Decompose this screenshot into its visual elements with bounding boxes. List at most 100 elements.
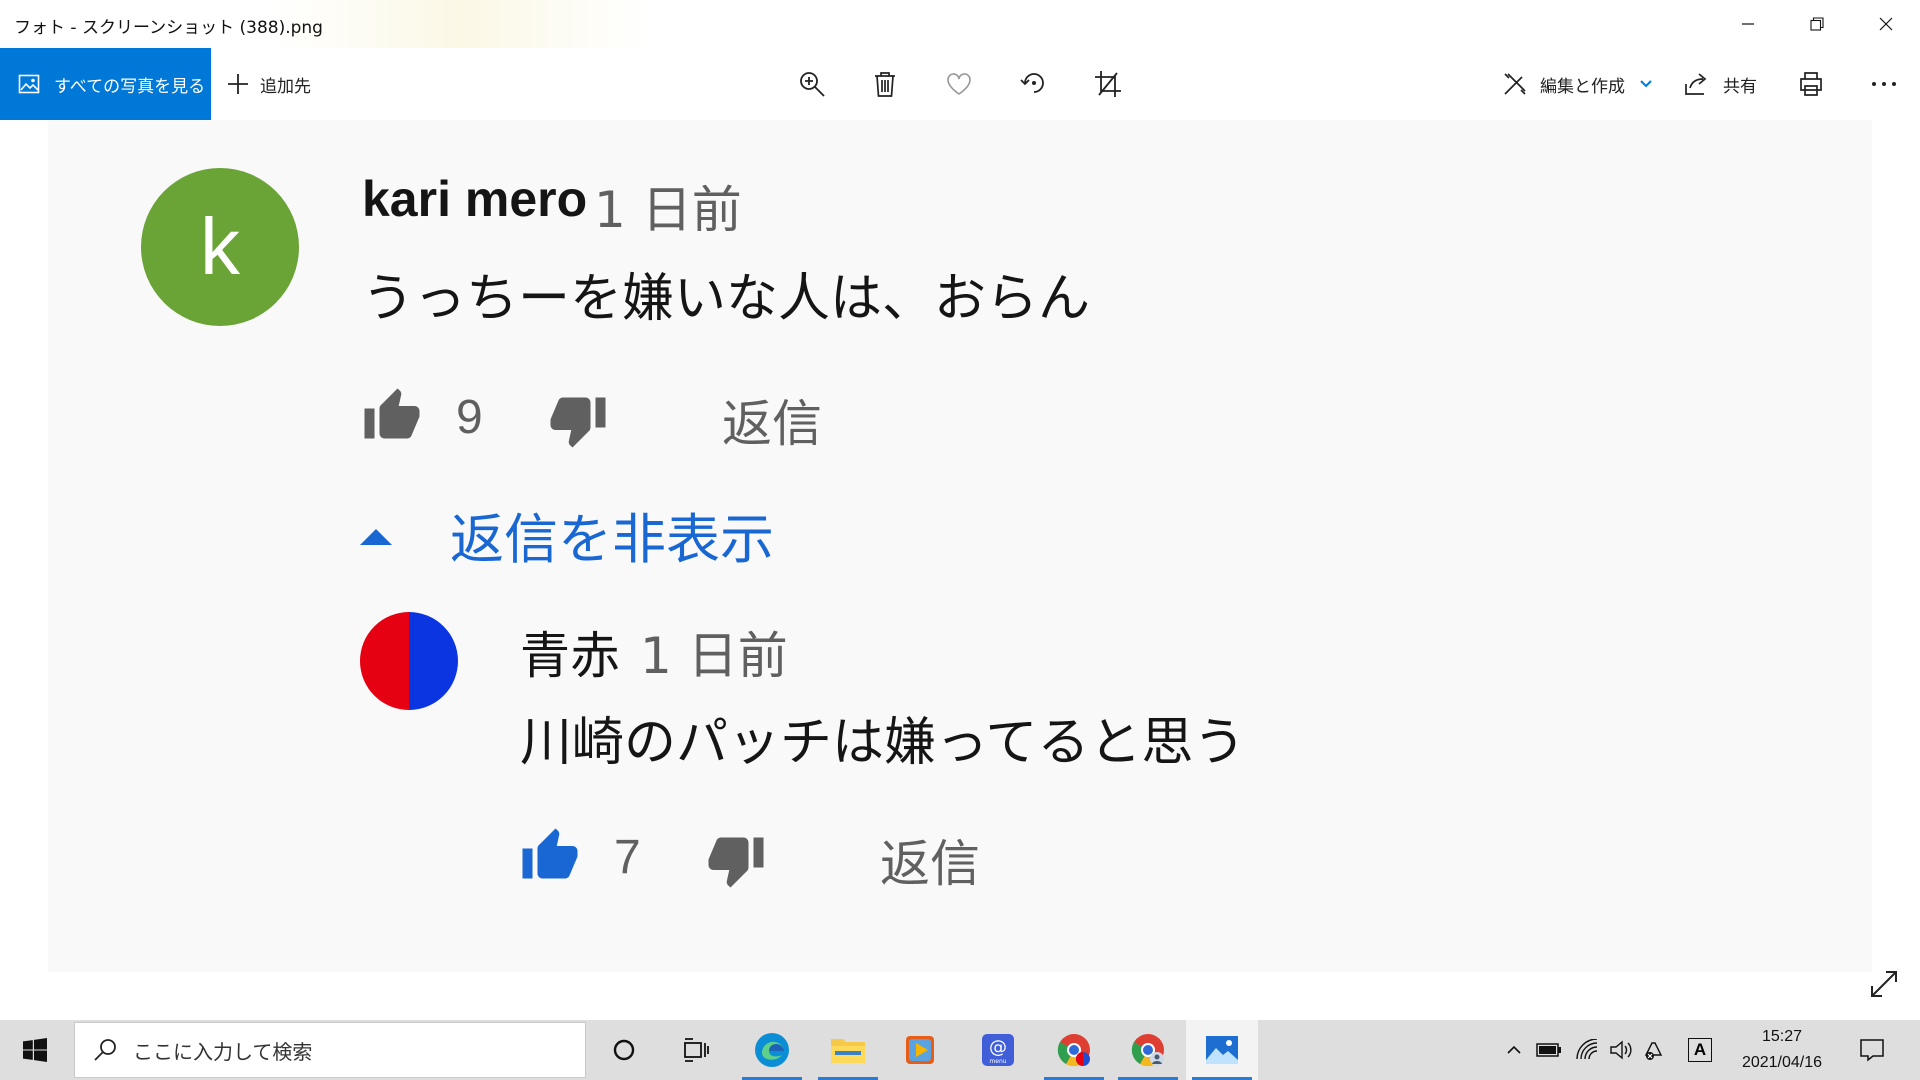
see-all-photos-label: すべての写真を見る xyxy=(54,76,206,97)
edit-create-button[interactable]: 編集と作成 xyxy=(1502,48,1653,120)
delete-button[interactable] xyxy=(869,68,901,100)
plus-icon xyxy=(228,74,248,94)
printer-icon xyxy=(1800,72,1822,96)
thumbs-down-icon xyxy=(708,837,764,888)
more-icon xyxy=(1872,82,1896,86)
comment-author: kari mero xyxy=(362,171,588,227)
comment-time: 1 日前 xyxy=(594,181,742,239)
search-icon xyxy=(94,1039,116,1061)
edit-create-icon xyxy=(1504,73,1526,95)
ime-mode-label: A xyxy=(1688,1038,1712,1062)
avatar: k xyxy=(141,168,299,326)
title-bar: フォト - スクリーンショット (388).png xyxy=(0,0,1920,48)
task-view-icon xyxy=(684,1038,709,1062)
clock[interactable]: 15:27 2021/04/16 xyxy=(1730,1024,1834,1076)
taskbar-app-edge[interactable] xyxy=(736,1020,808,1080)
more-options-button[interactable] xyxy=(1868,68,1900,100)
restore-icon xyxy=(1809,17,1824,31)
battery-status[interactable] xyxy=(1532,1020,1566,1080)
windows-logo-icon xyxy=(23,1038,47,1062)
print-button[interactable] xyxy=(1795,68,1827,100)
restore-button[interactable] xyxy=(1782,0,1851,48)
window-title: フォト - スクリーンショット (388).png xyxy=(14,18,323,38)
rotate-button[interactable] xyxy=(1018,68,1050,100)
chevron-down-icon xyxy=(1640,80,1652,88)
reply-author: 青赤 xyxy=(520,627,620,685)
triangle-up-icon xyxy=(360,529,392,545)
close-button[interactable] xyxy=(1851,0,1920,48)
svg-text:menu: menu xyxy=(989,1058,1006,1065)
taskbar-app-chrome[interactable] xyxy=(1038,1020,1110,1080)
hide-replies-label: 返信を非表示 xyxy=(450,507,774,571)
taskbar-search-box[interactable]: ここに入力して検索 xyxy=(74,1022,586,1078)
network-status[interactable] xyxy=(1570,1020,1604,1080)
clock-time: 15:27 xyxy=(1761,1028,1803,1045)
clock-date: 2021/04/16 xyxy=(1741,1054,1823,1071)
zoom-in-icon xyxy=(800,72,825,97)
reply-button: 返信 xyxy=(880,835,980,893)
action-center-button[interactable] xyxy=(1852,1020,1892,1080)
share-button[interactable]: 共有 xyxy=(1683,48,1757,120)
cortana-button[interactable] xyxy=(588,1020,660,1080)
share-label: 共有 xyxy=(1723,76,1757,97)
drive-status[interactable] xyxy=(1638,1020,1668,1080)
rotate-icon xyxy=(1020,73,1044,93)
wifi-icon xyxy=(1576,1039,1598,1060)
svg-text:@: @ xyxy=(989,1037,1007,1058)
close-icon xyxy=(1879,17,1892,31)
chrome-profile-icon xyxy=(1131,1034,1164,1067)
reply-text: 川崎のパッチは嫌ってると思う xyxy=(520,713,1246,773)
thumbs-down-icon xyxy=(550,397,606,448)
photos-app-icon xyxy=(1206,1036,1238,1064)
minimize-icon xyxy=(1741,23,1754,25)
photos-icon xyxy=(18,74,40,94)
reply-button: 返信 xyxy=(722,395,822,453)
like-count: 9 xyxy=(456,391,483,444)
ime-mode-indicator[interactable]: A xyxy=(1682,1020,1718,1080)
at-mail-icon: @menu xyxy=(982,1034,1014,1066)
heart-icon xyxy=(947,73,971,95)
like-count: 7 xyxy=(614,831,641,884)
edge-icon xyxy=(755,1033,789,1067)
taskbar-app-explorer[interactable] xyxy=(812,1020,884,1080)
add-to-label: 追加先 xyxy=(260,76,311,97)
photos-app-window: フォト - スクリーンショット (388).png すべての写真を見る 追加先 xyxy=(0,0,1920,1080)
avatar xyxy=(360,612,458,710)
hide-replies-button: 返信を非表示 xyxy=(360,500,774,571)
volume-status[interactable] xyxy=(1604,1020,1638,1080)
crop-icon xyxy=(1095,71,1121,97)
favorite-button[interactable] xyxy=(943,68,975,100)
expand-icon[interactable] xyxy=(1868,968,1900,1000)
taskbar-app-media-player[interactable] xyxy=(884,1020,956,1080)
notification-icon xyxy=(1860,1039,1884,1062)
search-placeholder: ここに入力して検索 xyxy=(133,1039,313,1064)
thumbs-up-icon xyxy=(522,828,578,879)
share-icon xyxy=(1685,73,1707,95)
show-hidden-icons-button[interactable] xyxy=(1500,1020,1528,1080)
speaker-icon xyxy=(1610,1040,1632,1060)
taskbar-app-mail-menu[interactable]: @ menu xyxy=(962,1020,1034,1080)
media-player-icon xyxy=(906,1036,934,1064)
chevron-up-icon xyxy=(1507,1045,1521,1054)
zoom-button[interactable] xyxy=(796,68,828,100)
add-to-button[interactable]: 追加先 xyxy=(226,48,311,120)
crop-button[interactable] xyxy=(1092,68,1124,100)
folder-icon xyxy=(831,1039,865,1063)
drive-warning-icon xyxy=(1644,1042,1663,1060)
edit-create-label: 編集と作成 xyxy=(1540,76,1625,97)
taskbar-app-photos[interactable] xyxy=(1186,1020,1258,1080)
minimize-button[interactable] xyxy=(1713,0,1782,48)
taskbar: ここに入力して検索 @ menu A 15:27 2021/04/16 xyxy=(0,1020,1920,1080)
task-view-button[interactable] xyxy=(660,1020,732,1080)
trash-icon xyxy=(875,72,895,97)
reply-time: 1 日前 xyxy=(640,627,788,685)
taskbar-app-chrome-profile[interactable] xyxy=(1112,1020,1184,1080)
toolbar: すべての写真を見る 追加先 編集と作成 共有 xyxy=(0,48,1920,120)
thumbs-up-icon xyxy=(364,388,420,439)
chrome-icon xyxy=(1057,1034,1090,1067)
see-all-photos-button[interactable]: すべての写真を見る xyxy=(0,48,211,120)
start-button[interactable] xyxy=(0,1020,70,1080)
comment-text: うっちーを嫌いな人は、おらん xyxy=(362,269,1091,329)
battery-icon xyxy=(1536,1043,1561,1057)
cortana-icon xyxy=(613,1039,635,1061)
